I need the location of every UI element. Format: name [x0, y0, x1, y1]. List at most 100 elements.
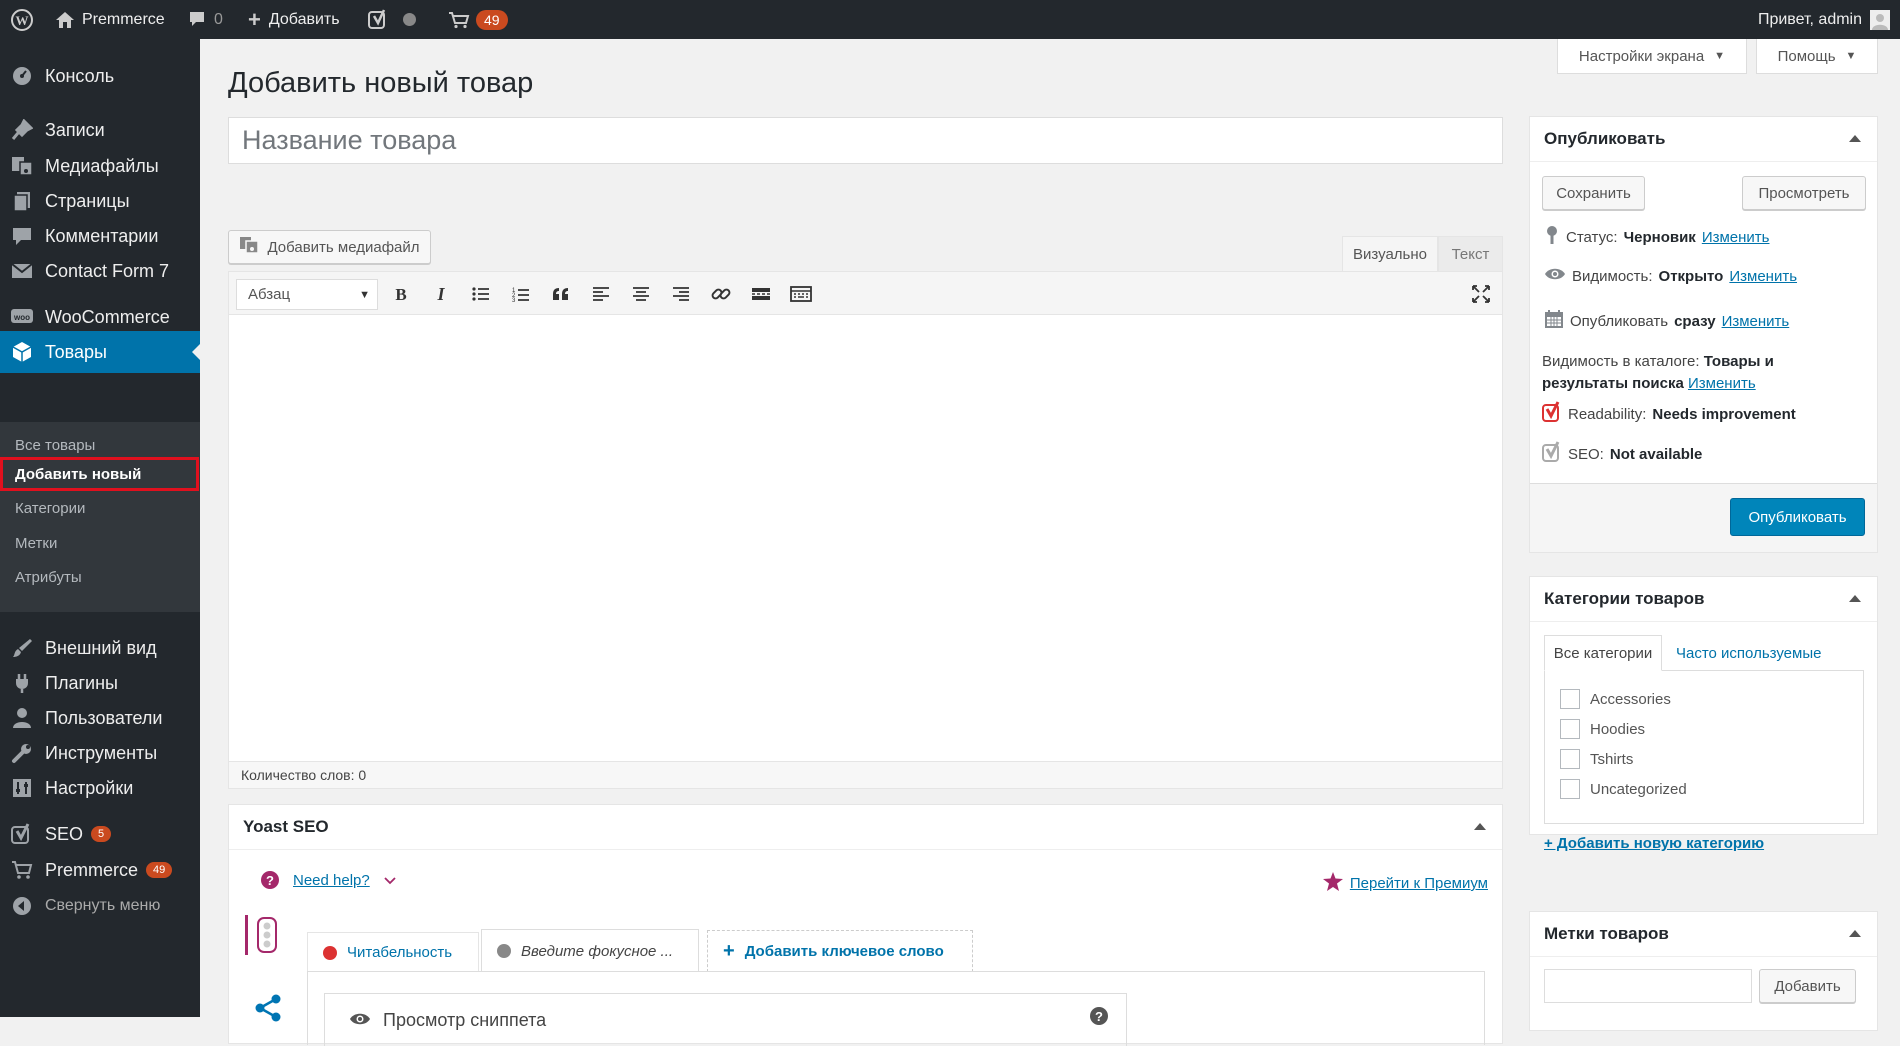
svg-text:B: B [395, 286, 406, 302]
comment-icon [188, 11, 206, 28]
yoast-seo-header[interactable]: Yoast SEO [229, 805, 1502, 850]
add-new-link[interactable]: + Добавить [248, 0, 340, 39]
tab-readability[interactable]: Читабельность [307, 932, 479, 972]
sidebar-item-label: Консоль [45, 65, 115, 86]
tab-text[interactable]: Текст [1438, 236, 1503, 271]
screen-options-button[interactable]: Настройки экрана ▼ [1557, 39, 1747, 74]
calendar-icon [1544, 309, 1564, 333]
add-media-button[interactable]: Добавить медиафайл [228, 230, 431, 264]
help-circle-icon[interactable]: ? [1090, 1007, 1108, 1025]
cart-link[interactable]: 49 [448, 0, 508, 39]
comments-link[interactable]: 0 [188, 0, 223, 39]
tab-focus-keyword[interactable]: Введите фокусное ... [481, 929, 699, 972]
publish-box: Опубликовать Сохранить Просмотреть Стату… [1529, 116, 1878, 553]
comments-count: 0 [214, 10, 223, 28]
numbered-list-icon[interactable]: 123 [509, 282, 533, 306]
catalog-visibility-value1: Товары и [1703, 353, 1774, 370]
bullet-list-icon[interactable] [469, 282, 493, 306]
read-more-icon[interactable] [749, 282, 773, 306]
product-title-input[interactable]: Название товара [228, 117, 1503, 164]
toggle-arrow-icon[interactable] [1849, 135, 1861, 142]
edit-status-link[interactable]: Изменить [1702, 229, 1770, 246]
category-item[interactable]: Accessories [1560, 689, 1671, 709]
checkbox[interactable] [1560, 779, 1580, 799]
media-icon [9, 153, 35, 179]
editor-toolbar: Абзац ▼ B I 123 [229, 272, 1502, 315]
category-item[interactable]: Tshirts [1560, 749, 1633, 769]
tab-visual[interactable]: Визуально [1342, 236, 1438, 271]
edit-visibility-link[interactable]: Изменить [1729, 268, 1797, 285]
status-dot-icon[interactable] [403, 0, 416, 39]
yoast-seo-box: Yoast SEO ? Need help? Перейти к Премиум… [228, 804, 1503, 1046]
toggle-arrow-icon[interactable] [1474, 823, 1486, 830]
sidebar-collapse-menu[interactable]: Свернуть меню [0, 885, 200, 927]
checkbox[interactable] [1560, 719, 1580, 739]
need-help-link[interactable]: Need help? [293, 872, 370, 889]
edit-catalog-link[interactable]: Изменить [1688, 375, 1756, 392]
edit-date-link[interactable]: Изменить [1722, 313, 1790, 330]
format-select-value: Абзац [248, 286, 291, 303]
wordpress-logo-icon[interactable]: W [10, 0, 34, 39]
share-icon[interactable] [253, 993, 283, 1028]
tab-popular-categories[interactable]: Часто используемые [1670, 635, 1821, 671]
add-media-label: Добавить медиафайл [267, 238, 420, 256]
main-content: Настройки экрана ▼ Помощь ▼ Добавить нов… [200, 39, 1900, 1046]
publish-actions: Опубликовать [1530, 483, 1877, 552]
category-item[interactable]: Hoodies [1560, 719, 1645, 739]
categories-header[interactable]: Категории товаров [1530, 577, 1877, 622]
tags-header[interactable]: Метки товаров [1530, 912, 1877, 957]
tab-all-categories[interactable]: Все категории [1544, 635, 1662, 671]
checkbox[interactable] [1560, 749, 1580, 769]
sidebar-item-settings[interactable]: Настройки [0, 767, 200, 809]
add-category-link[interactable]: + Добавить новую категорию [1544, 835, 1764, 852]
account-menu[interactable]: Привет, admin [1758, 0, 1890, 39]
fullscreen-icon[interactable] [1469, 282, 1493, 306]
sidebar-item-label: Страницы [45, 190, 130, 211]
blockquote-icon[interactable] [549, 282, 573, 306]
italic-icon[interactable]: I [429, 282, 453, 306]
readability-label: Readability: [1568, 405, 1647, 423]
sidebar-item-label: SEO [45, 823, 84, 844]
toolbar-toggle-icon[interactable] [789, 282, 813, 306]
format-select[interactable]: Абзац ▼ [236, 279, 378, 310]
save-draft-button[interactable]: Сохранить [1542, 176, 1645, 210]
align-right-icon[interactable] [669, 282, 693, 306]
premium-link[interactable]: Перейти к Премиум [1350, 875, 1488, 892]
bold-icon[interactable]: B [389, 282, 413, 306]
submenu-attributes[interactable]: Атрибуты [0, 560, 200, 594]
category-label: Accessories [1590, 690, 1671, 708]
categories-title: Категории товаров [1544, 589, 1705, 608]
sidebar-item-products[interactable]: Товары [0, 331, 200, 373]
help-button[interactable]: Помощь ▼ [1756, 39, 1878, 74]
checkbox[interactable] [1560, 689, 1580, 709]
yoast-adminbar-icon[interactable] [368, 0, 388, 39]
link-icon[interactable] [709, 282, 733, 306]
site-name-link[interactable]: Premmerce [55, 0, 165, 39]
add-tag-button[interactable]: Добавить [1759, 969, 1856, 1003]
traffic-light-icon[interactable] [245, 915, 285, 955]
mail-icon [9, 258, 35, 284]
category-item[interactable]: Uncategorized [1560, 779, 1687, 799]
readability-value: Needs improvement [1652, 405, 1796, 423]
align-center-icon[interactable] [629, 282, 653, 306]
star-icon [1322, 871, 1344, 896]
preview-button[interactable]: Просмотреть [1742, 176, 1866, 210]
sidebar-item-dashboard[interactable]: Консоль [0, 55, 200, 97]
sidebar-item-contact-form[interactable]: Contact Form 7 [0, 250, 200, 292]
submenu-add-new[interactable]: Добавить новый [0, 457, 199, 491]
align-left-icon[interactable] [589, 282, 613, 306]
tags-title: Метки товаров [1544, 924, 1669, 943]
tag-input[interactable] [1544, 969, 1752, 1003]
toggle-arrow-icon[interactable] [1849, 930, 1861, 937]
add-keyword-tab[interactable]: + Добавить ключевое слово [707, 930, 973, 972]
snippet-preview-header[interactable]: Просмотр сниппета ? [324, 993, 1127, 1046]
publish-header[interactable]: Опубликовать [1530, 117, 1877, 162]
submenu-categories[interactable]: Категории [0, 491, 200, 525]
product-categories-box: Категории товаров Все категории Часто ис… [1529, 576, 1878, 852]
svg-text:I: I [436, 286, 445, 302]
submenu-tags[interactable]: Метки [0, 526, 200, 560]
chevron-down-icon[interactable] [384, 872, 396, 889]
toggle-arrow-icon[interactable] [1849, 595, 1861, 602]
publish-button[interactable]: Опубликовать [1730, 498, 1865, 536]
cart-icon [448, 11, 470, 29]
